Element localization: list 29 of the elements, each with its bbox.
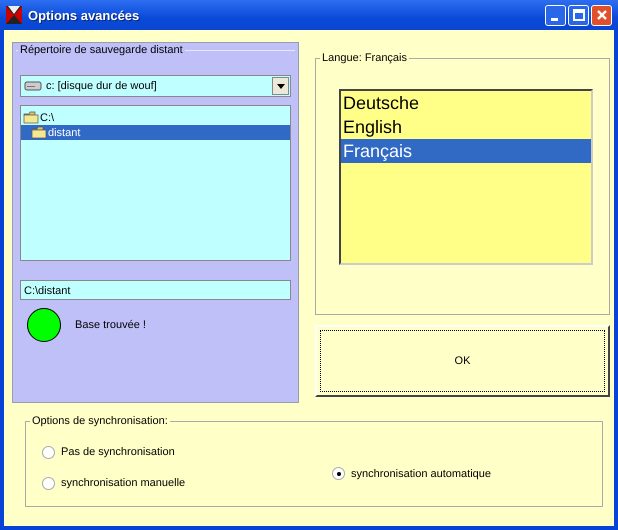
folder-item[interactable]: distant xyxy=(21,125,290,140)
ok-button[interactable]: OK xyxy=(315,325,610,397)
language-item[interactable]: Deutsche xyxy=(341,91,591,115)
drive-dropdown[interactable]: c: [disque dur de wouf] xyxy=(20,75,291,97)
close-button[interactable] xyxy=(591,4,612,26)
maximize-button[interactable] xyxy=(568,4,589,26)
close-icon xyxy=(596,9,608,21)
language-item[interactable]: Français xyxy=(341,139,591,163)
drive-icon xyxy=(24,81,42,91)
minimize-icon xyxy=(550,18,558,20)
folder-item[interactable]: C:\ xyxy=(21,110,290,125)
radio-label[interactable]: synchronisation automatique xyxy=(351,468,492,480)
app-icon xyxy=(6,6,22,24)
maximize-icon xyxy=(572,9,584,21)
window-title: Options avancées xyxy=(28,8,140,22)
group-title: Options de synchronisation: xyxy=(31,415,169,427)
radio-button[interactable] xyxy=(42,476,55,490)
radio-label[interactable]: synchronisation manuelle xyxy=(61,477,186,489)
folder-icon xyxy=(23,111,39,124)
group-title: Répertoire de sauvegarde distant xyxy=(20,44,183,56)
radio-label[interactable]: Pas de synchronisation xyxy=(61,446,175,458)
path-field[interactable]: C:\distant xyxy=(20,280,291,300)
status-text: Base trouvée ! xyxy=(75,319,146,331)
radio-button[interactable] xyxy=(42,446,55,458)
folder-icon xyxy=(31,126,47,139)
radio-button[interactable] xyxy=(332,467,345,480)
language-item[interactable]: English xyxy=(341,115,591,139)
minimize-button[interactable] xyxy=(545,4,566,26)
group-title: Langue: Français xyxy=(321,52,408,64)
